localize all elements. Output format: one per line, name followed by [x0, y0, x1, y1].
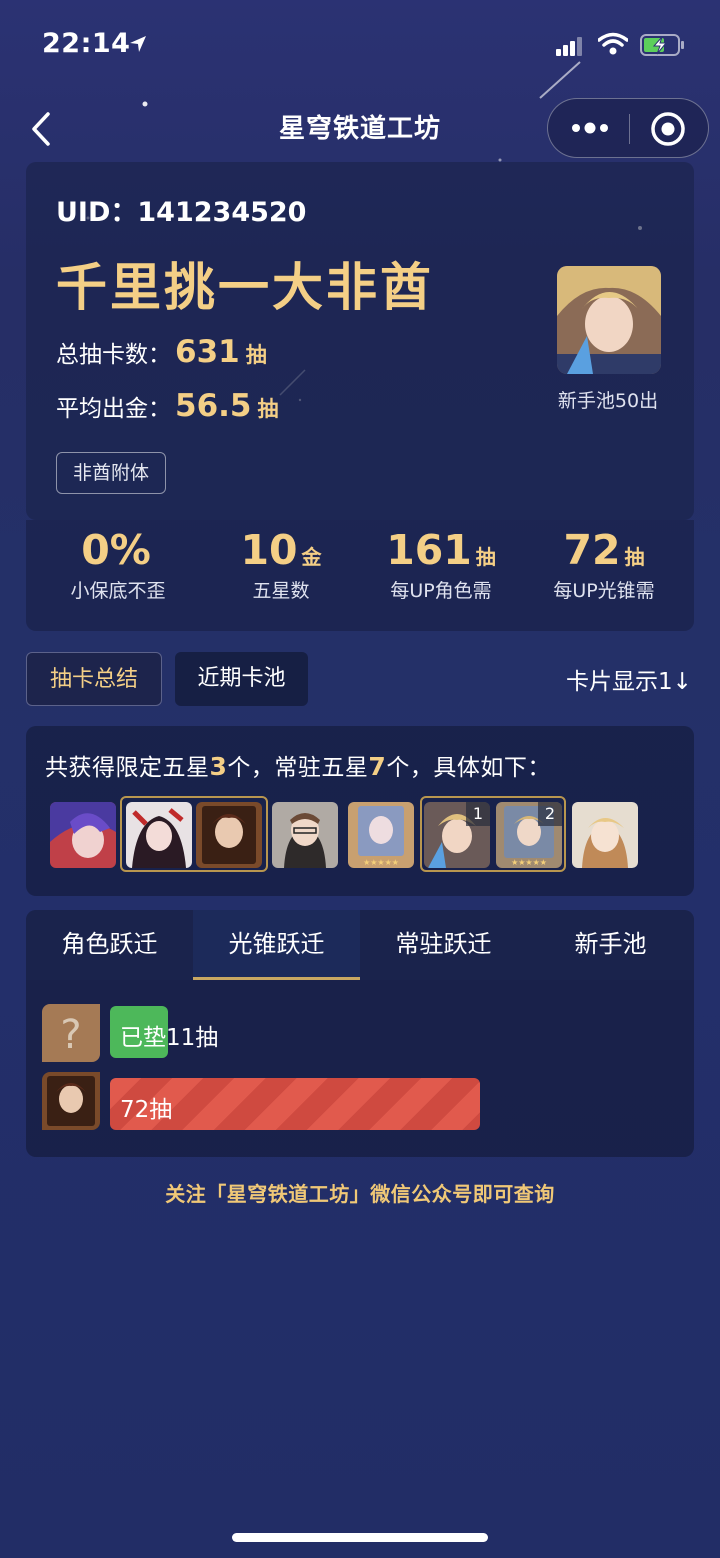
tag-chip: 非酋附体 [56, 452, 166, 494]
avg-gold-label: 平均出金： [56, 396, 171, 422]
home-indicator[interactable] [232, 1533, 488, 1542]
unknown-item-thumb: ? [42, 1004, 100, 1062]
question-mark: ? [60, 1012, 81, 1058]
profile-card: UID：141234520 千里挑一大非酋 总抽卡数： 631 抽 平均出金： … [26, 162, 694, 520]
stat-cell-up-character: 161 抽 每UP角色需 [361, 526, 521, 603]
stat-cell-five-star: 10 金 五星数 [201, 526, 361, 603]
pool-tab-lightcone[interactable]: 光锥跃迁 [193, 910, 360, 980]
summary-suffix: 个，具体如下： [386, 755, 551, 781]
avatar-caption: 新手池50出 [557, 390, 659, 412]
cellular-signal-icon [556, 37, 582, 56]
summary-mid: 个，常驻五星 [227, 755, 369, 781]
stat-value: 10 [240, 526, 298, 574]
stats-strip: 0% 小保底不歪 10 金 五星数 161 抽 每UP角色需 72 抽 每UP光锥需 [26, 520, 694, 631]
duplicate-badge: 1 [466, 802, 490, 826]
stat-unit: 抽 [624, 545, 645, 569]
avg-gold-unit: 抽 [257, 397, 279, 421]
pool-tab-beginner[interactable]: 新手池 [527, 910, 694, 980]
pool-panel: 角色跃迁 光锥跃迁 常驻跃迁 新手池 ? 已垫11抽 72抽 [26, 910, 694, 1157]
rank-title: 千里挑一大非酋 [56, 259, 435, 318]
tab-summary[interactable]: 抽卡总结 [26, 652, 162, 706]
stat-unit: 抽 [475, 545, 496, 569]
avg-gold-value: 56.5 [175, 388, 252, 424]
summary-text: 共获得限定五星3个，常驻五星7个，具体如下： [45, 748, 551, 782]
summary-panel: 共获得限定五星3个，常驻五星7个，具体如下： ★★★★★ 1 ★★★★★ 2 [26, 726, 694, 896]
stat-cell-guarantee: 0% 小保底不歪 [38, 526, 198, 603]
stat-value: 161 [386, 526, 472, 574]
stat-value: 0% [81, 526, 151, 574]
mini-program-capsule [547, 98, 709, 158]
lightcone-thumb [42, 1072, 100, 1130]
five-star-icons-row: ★★★★★ 1 ★★★★★ 2 [26, 796, 694, 872]
wifi-icon [598, 32, 628, 55]
close-miniprogram-icon[interactable] [650, 111, 686, 147]
character-icon[interactable] [272, 802, 338, 868]
lightcone-icon[interactable] [196, 802, 262, 868]
svg-text:★★★★★: ★★★★★ [511, 858, 547, 867]
capsule-divider [629, 114, 630, 144]
more-options-icon[interactable] [570, 113, 610, 143]
lightcone-icon[interactable]: ★★★★★ 2 [496, 802, 562, 868]
limited-count: 3 [209, 752, 228, 781]
pending-pity-text: 已垫11抽 [120, 1025, 219, 1051]
status-time: 22:14 [42, 28, 131, 59]
lightcone-icon[interactable]: 1 [424, 802, 490, 868]
stat-caption: 小保底不歪 [70, 580, 166, 602]
last-pull-text: 72抽 [120, 1097, 173, 1123]
beginner-pool-avatar [557, 266, 661, 374]
stat-caption: 五星数 [252, 580, 310, 602]
total-pulls-value: 631 [175, 334, 240, 370]
location-arrow-icon [130, 36, 146, 52]
pool-tab-standard[interactable]: 常驻跃迁 [360, 910, 527, 980]
uid-label: UID：141234520 [56, 197, 307, 228]
duplicate-badge: 2 [538, 802, 562, 826]
summary-prefix: 共获得限定五星 [45, 755, 210, 781]
avg-gold-row: 平均出金： 56.5 抽 [56, 388, 279, 424]
battery-charging-icon [640, 34, 684, 56]
total-pulls-label: 总抽卡数： [56, 342, 171, 368]
lightcone-icon[interactable]: ★★★★★ [348, 802, 414, 868]
total-pulls-row: 总抽卡数： 631 抽 [56, 334, 267, 370]
footer-note: 关注「星穹铁道工坊」微信公众号即可查询 [165, 1182, 555, 1206]
status-bar: 22:14 [0, 0, 720, 90]
stat-unit: 金 [301, 545, 322, 569]
stat-caption: 每UP光锥需 [553, 580, 655, 602]
tab-recent-pools[interactable]: 近期卡池 [175, 652, 308, 706]
pool-tab-character[interactable]: 角色跃迁 [26, 910, 193, 980]
character-icon[interactable] [126, 802, 192, 868]
svg-text:★★★★★: ★★★★★ [363, 858, 399, 867]
pool-tabs: 角色跃迁 光锥跃迁 常驻跃迁 新手池 [26, 910, 694, 980]
standard-count: 7 [368, 752, 387, 781]
character-icon[interactable] [572, 802, 638, 868]
card-display-toggle[interactable]: 卡片显示1↓ [566, 662, 696, 696]
total-pulls-unit: 抽 [245, 343, 267, 367]
stat-cell-up-lightcone: 72 抽 每UP光锥需 [524, 526, 684, 603]
stat-value: 72 [563, 526, 621, 574]
character-icon[interactable] [50, 802, 116, 868]
stat-caption: 每UP角色需 [390, 580, 492, 602]
